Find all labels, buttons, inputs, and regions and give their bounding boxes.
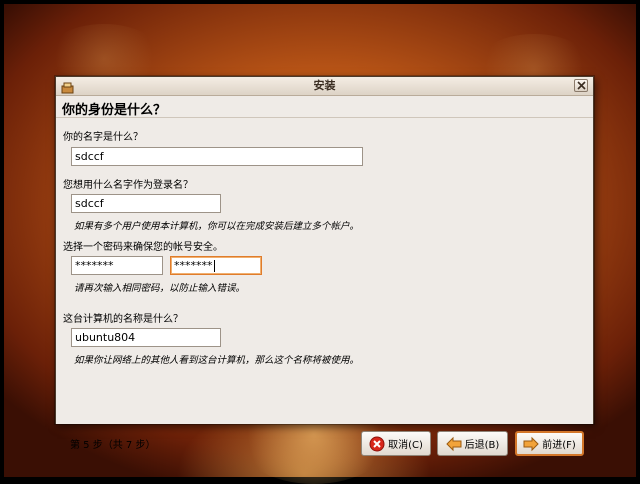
close-icon: [577, 81, 586, 90]
back-button[interactable]: 后退(B): [437, 431, 508, 456]
forward-label: 前进(F): [542, 440, 576, 451]
forward-button[interactable]: 前进(F): [515, 431, 584, 456]
window-title: 安装: [313, 79, 336, 92]
computer-name-label: 这台计算机的名称是什么？: [63, 314, 183, 325]
cancel-button[interactable]: 取消(C): [361, 431, 431, 456]
back-arrow-icon: [445, 436, 462, 452]
form-content: 你的名字是什么？ sdccf 您想用什么名字作为登录名？ sdccf 如果有多个…: [56, 117, 593, 456]
password-confirm-value: *******: [174, 259, 213, 272]
cancel-label: 取消(C): [388, 440, 423, 451]
computer-name-hint: 如果你让网络上的其他人看到这台计算机，那么这个名称将被使用。: [74, 355, 360, 366]
back-label: 后退(B): [464, 440, 500, 451]
close-button[interactable]: [574, 79, 588, 92]
installer-window: 安装 你的身份是什么？ 你的名字是什么？ sdccf 您想用什么名字作为登录名？…: [55, 76, 594, 456]
login-hint: 如果有多个用户使用本计算机，你可以在完成安装后建立多个帐户。: [74, 221, 360, 232]
titlebar[interactable]: 安装: [56, 77, 593, 96]
name-label: 你的名字是什么？: [63, 132, 143, 143]
name-field[interactable]: sdccf: [71, 147, 363, 166]
password-field[interactable]: *******: [71, 256, 163, 275]
password-label: 选择一个密码来确保您的帐号安全。: [63, 242, 223, 253]
page-heading: 你的身份是什么？: [62, 103, 167, 118]
login-label: 您想用什么名字作为登录名？: [63, 180, 193, 191]
text-caret: [213, 260, 215, 272]
password-hint: 请再次输入相同密码，以防止输入错误。: [74, 283, 246, 294]
cancel-icon: [369, 436, 385, 452]
computer-name-field[interactable]: ubuntu804: [71, 328, 221, 347]
forward-arrow-icon: [523, 436, 539, 452]
password-confirm-field[interactable]: *******: [170, 256, 262, 275]
login-field[interactable]: sdccf: [71, 194, 221, 213]
step-indicator: 第 5 步（共 7 步）: [70, 440, 156, 451]
